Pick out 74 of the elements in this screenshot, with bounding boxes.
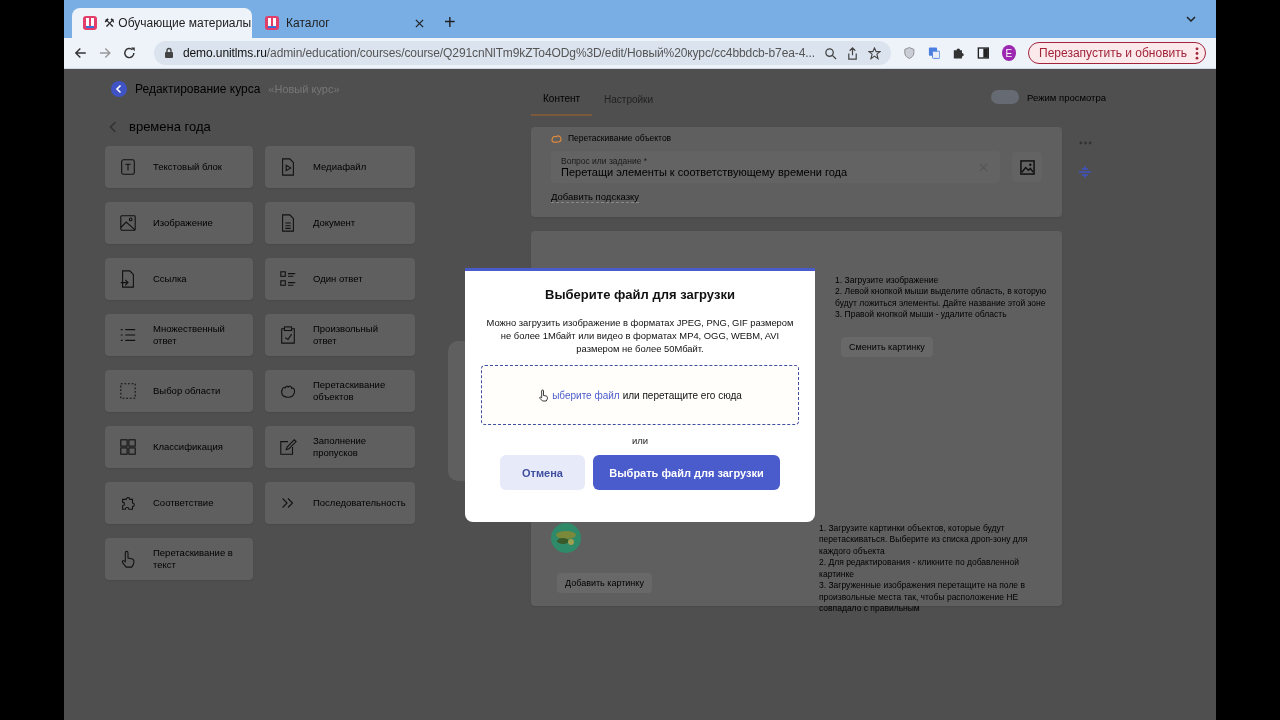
side-panel-icon[interactable] — [976, 46, 990, 60]
file-icon — [279, 214, 297, 232]
clipboard-icon — [279, 326, 297, 344]
reload-icon[interactable] — [123, 46, 136, 60]
browser-tab[interactable]: ⚒ Обучающие материалы — [72, 8, 252, 38]
puzzle-icon[interactable] — [952, 46, 965, 60]
choose-file-button[interactable]: Выбрать файл для загрузки — [593, 455, 780, 491]
image-icon — [1019, 159, 1035, 175]
block-type-tile[interactable]: Классификация — [105, 426, 253, 468]
url-text: demo.unitlms.ru/admin/education/courses/course/Q291cnNlTm9kZTo4ODg%3D/edit/Новый%20курс/cc4bbdcb-b7ea-4... — [182, 46, 815, 60]
share-icon[interactable] — [845, 46, 859, 60]
change-image-button[interactable]: Сменить картинку — [841, 336, 933, 357]
question-type: Перетаскивание объектов — [568, 133, 672, 143]
block-type-tile[interactable]: Соответствие — [105, 482, 253, 524]
browser-tab[interactable]: Каталог — [254, 8, 434, 38]
section-title: времена года — [129, 119, 211, 134]
instructions-text: 1. Загрузите картинки объектов, которые будут перетаскиваться. Выберите из списка дроп-зону для каждого объекта 2. Для редактирования - кликните по добавленной картинке 3. Загруженные изображения перетащите на поле в произвольные места так, чтобы расположение НЕ совпадало с правильным — [819, 523, 1029, 615]
star-icon[interactable] — [867, 46, 881, 60]
block-type-tile[interactable]: Изображение — [105, 202, 253, 244]
more-icon — [1195, 46, 1199, 60]
block-type-tile[interactable]: Перетаскивание в текст — [105, 538, 253, 580]
play-file-icon — [279, 158, 297, 176]
drop-zone[interactable]: ыберите файл или перетащите его сюда — [481, 365, 799, 426]
block-type-tile[interactable]: Документ — [265, 202, 415, 244]
drop-text: или перетащите его сюда — [622, 389, 742, 401]
toggle-label: Режим просмотра — [1027, 91, 1106, 103]
chevron-down-icon[interactable] — [1186, 16, 1196, 22]
close-icon[interactable] — [415, 18, 424, 28]
forward-icon[interactable] — [98, 46, 112, 60]
add-image-button[interactable] — [1012, 152, 1042, 182]
logo-icon — [264, 15, 280, 31]
choose-file-link[interactable]: ыберите файл — [552, 389, 620, 401]
back-icon[interactable] — [74, 46, 87, 60]
address-bar[interactable]: demo.unitlms.ru/admin/education/courses/course/Q291cnNlTm9kZTo4ODg%3D/edit/Новый%20курс/cc4bbdcb-b7ea-4... — [153, 41, 891, 65]
block-type-tile[interactable]: Ссылка — [105, 258, 253, 300]
edit-icon — [279, 438, 297, 456]
block-type-tile[interactable]: Произвольный ответ — [265, 314, 415, 356]
list-icon — [279, 270, 297, 288]
or-text: или — [631, 435, 649, 447]
block-type-tile[interactable]: Один ответ — [265, 258, 415, 300]
dashed-square-icon — [119, 382, 137, 400]
block-type-tile[interactable]: Последовательность — [265, 482, 415, 524]
relaunch-button[interactable]: Перезапустить и обновить — [1028, 42, 1206, 64]
dialog-description: Можно загрузить изображение в форматах JPEG, PNG, GIF размером не более 1Мбайт или видео в форматах MP4, OGG, WEBM, AVI размером не более 50Мбайт. — [485, 316, 795, 356]
block-type-tile[interactable]: Медиафайл — [265, 146, 415, 188]
toggle-switch[interactable] — [991, 90, 1020, 104]
back-icon[interactable] — [111, 81, 127, 97]
puzzle-icon — [119, 494, 137, 512]
image-icon — [119, 214, 137, 232]
text-icon — [119, 158, 137, 176]
page-title: Редактирование курса — [135, 82, 261, 96]
block-type-tile[interactable]: Выбор области — [105, 370, 253, 412]
tab[interactable]: Контент — [531, 84, 593, 116]
question-field[interactable]: Вопрос или задание * Перетащи элементы к соответствующему времени года — [551, 151, 1000, 183]
profile-avatar[interactable]: E — [1001, 45, 1017, 61]
instructions-text: 1. Загрузите изображение 2. Левой кнопкой мыши выделите область, в которую будут ложиться элементы. Дайте название этой зоне 3. Правой кнопкой мыши - удалите область — [835, 275, 1048, 321]
file-arrow-icon — [119, 270, 137, 288]
block-type-tile[interactable]: Текстовый блок — [105, 146, 253, 188]
logo-icon — [82, 15, 98, 31]
add-image-button[interactable]: Добавить картинку — [557, 573, 652, 593]
dialog-title: Выберите файл для загрузки — [545, 287, 735, 302]
grid-icon — [119, 438, 137, 456]
new-tab-button[interactable]: + — [444, 11, 456, 34]
block-type-tile[interactable]: Заполнение пропусков — [265, 426, 415, 468]
zoom-icon[interactable] — [823, 46, 837, 60]
block-type-tile[interactable]: Множественный ответ — [105, 314, 253, 356]
pointer-hand-icon — [119, 550, 137, 568]
translate-icon[interactable] — [927, 46, 941, 60]
hand-cursor-icon — [538, 388, 550, 402]
cancel-button[interactable]: Отмена — [500, 455, 585, 491]
bullet-list-icon — [119, 326, 137, 344]
add-hint-link[interactable]: Добавить подсказку — [551, 191, 640, 203]
block-type-tile[interactable]: Перетаскивание объектов — [265, 370, 415, 412]
lock-icon — [163, 47, 174, 59]
